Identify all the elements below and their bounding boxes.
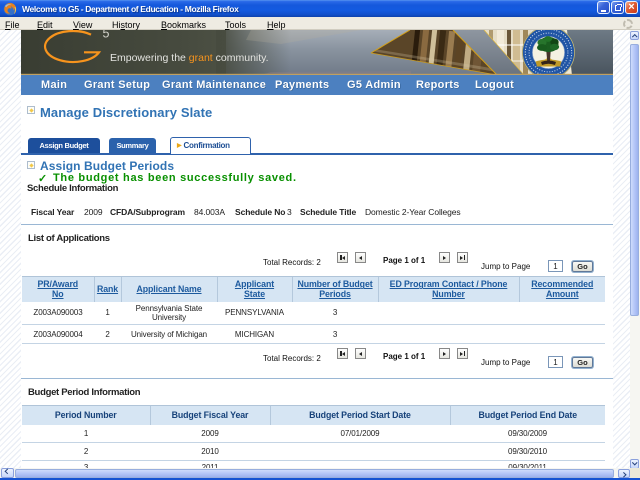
svg-text:5: 5 [103,30,110,41]
svg-text:Empowering the grant community: Empowering the grant community. [110,52,269,64]
